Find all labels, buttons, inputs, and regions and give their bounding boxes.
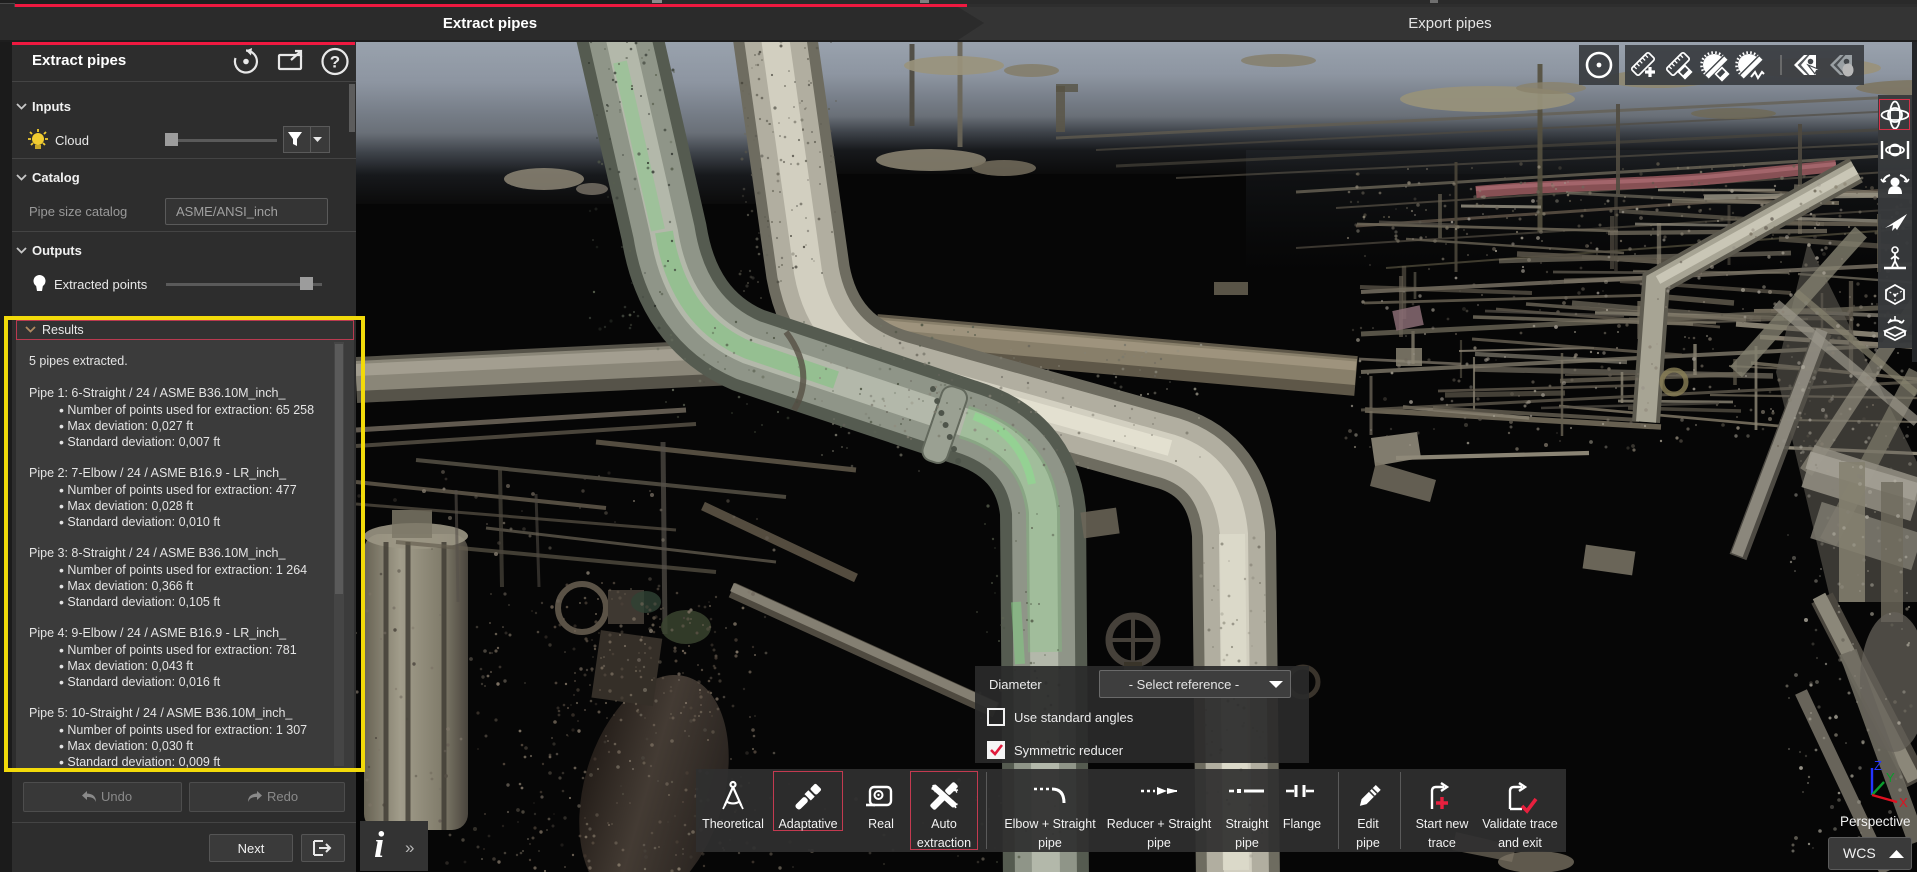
svg-text:?: ? — [330, 53, 340, 72]
svg-text:Y: Y — [1886, 770, 1895, 785]
svg-text:Z: Z — [1874, 760, 1882, 773]
svg-text:X: X — [1899, 795, 1908, 810]
